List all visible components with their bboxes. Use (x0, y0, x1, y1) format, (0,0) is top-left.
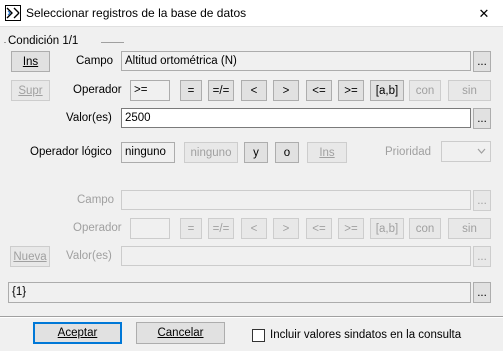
op-greater-button[interactable]: > (273, 80, 299, 101)
campo2-label: Campo (77, 194, 115, 206)
window-title: Seleccionar registros de la base de dato… (26, 6, 247, 20)
chevron-down-icon (473, 142, 490, 160)
groupbox-line-right (101, 42, 124, 43)
expression-browse-button[interactable]: ... (473, 282, 491, 303)
op-range-button[interactable]: [a,b] (370, 80, 404, 101)
operador2-field[interactable] (130, 218, 170, 239)
close-button[interactable]: ✕ (465, 0, 503, 27)
op2-equal-button[interactable]: = (180, 218, 202, 239)
logic-or-button[interactable]: o (275, 142, 299, 163)
new-button[interactable]: Nueva (10, 246, 50, 267)
dialog-body: Condición 1/1 Ins Campo Altitud ortométr… (0, 27, 503, 351)
op-equal-button[interactable]: = (180, 80, 202, 101)
op2-range-button[interactable]: [a,b] (370, 218, 404, 239)
campo-browse-button[interactable]: ... (473, 51, 491, 72)
op2-notequal-button[interactable]: =/= (208, 218, 234, 239)
campo2-browse-button[interactable]: ... (473, 190, 491, 211)
valor-label: Valor(es) (66, 112, 112, 124)
logic-insert-button[interactable]: Ins (307, 142, 347, 163)
op2-less-button[interactable]: < (241, 218, 267, 239)
op-greatereq-button[interactable]: >= (338, 80, 364, 101)
op2-without-button[interactable]: sin (448, 218, 491, 239)
valor-browse-button[interactable]: ... (473, 108, 491, 129)
accept-button[interactable]: Aceptar (33, 322, 122, 344)
op-without-button[interactable]: sin (448, 80, 491, 101)
op2-contains-button[interactable]: con (409, 218, 441, 239)
logic-operator-field[interactable]: ninguno (121, 142, 175, 163)
delete-button[interactable]: Supr (11, 80, 50, 101)
op2-greater-button[interactable]: > (273, 218, 299, 239)
insert-button[interactable]: Ins (11, 51, 50, 72)
valor-input[interactable]: 2500 (121, 108, 471, 128)
operador-label: Operador (73, 84, 122, 96)
op-less-button[interactable]: < (241, 80, 267, 101)
cancel-button[interactable]: Cancelar (136, 322, 225, 344)
valor2-input[interactable] (121, 246, 471, 266)
include-nodata-option[interactable]: Incluir valores sindatos en la consulta (252, 327, 461, 343)
operador2-label: Operador (73, 222, 122, 234)
logic-operator-label: Operador lógico (30, 146, 112, 158)
expression-field[interactable]: {1} (8, 282, 471, 303)
priority-dropdown[interactable] (441, 141, 491, 162)
op-lesseq-button[interactable]: <= (306, 80, 332, 101)
app-icon (5, 5, 21, 21)
include-nodata-checkbox[interactable] (252, 328, 265, 342)
logic-none-button[interactable]: ninguno (184, 142, 238, 163)
campo-field[interactable]: Altitud ortométrica (N) (121, 51, 471, 71)
campo-label: Campo (76, 55, 114, 67)
valor2-label: Valor(es) (66, 250, 112, 262)
op-notequal-button[interactable]: =/= (208, 80, 234, 101)
valor2-browse-button[interactable]: ... (473, 246, 491, 267)
operador-field[interactable]: >= (130, 80, 170, 101)
op-contains-button[interactable]: con (409, 80, 441, 101)
logic-and-button[interactable]: y (244, 142, 268, 163)
priority-label: Prioridad (385, 146, 432, 158)
groupbox-label: Condición 1/1 (6, 35, 81, 47)
title-bar: Seleccionar registros de la base de dato… (0, 0, 503, 27)
op2-lesseq-button[interactable]: <= (306, 218, 332, 239)
footer-separator (0, 316, 503, 318)
include-nodata-label: Incluir valores sindatos en la consulta (270, 329, 462, 341)
close-icon: ✕ (478, 5, 490, 21)
op2-greatereq-button[interactable]: >= (338, 218, 364, 239)
campo2-field[interactable] (121, 190, 471, 210)
